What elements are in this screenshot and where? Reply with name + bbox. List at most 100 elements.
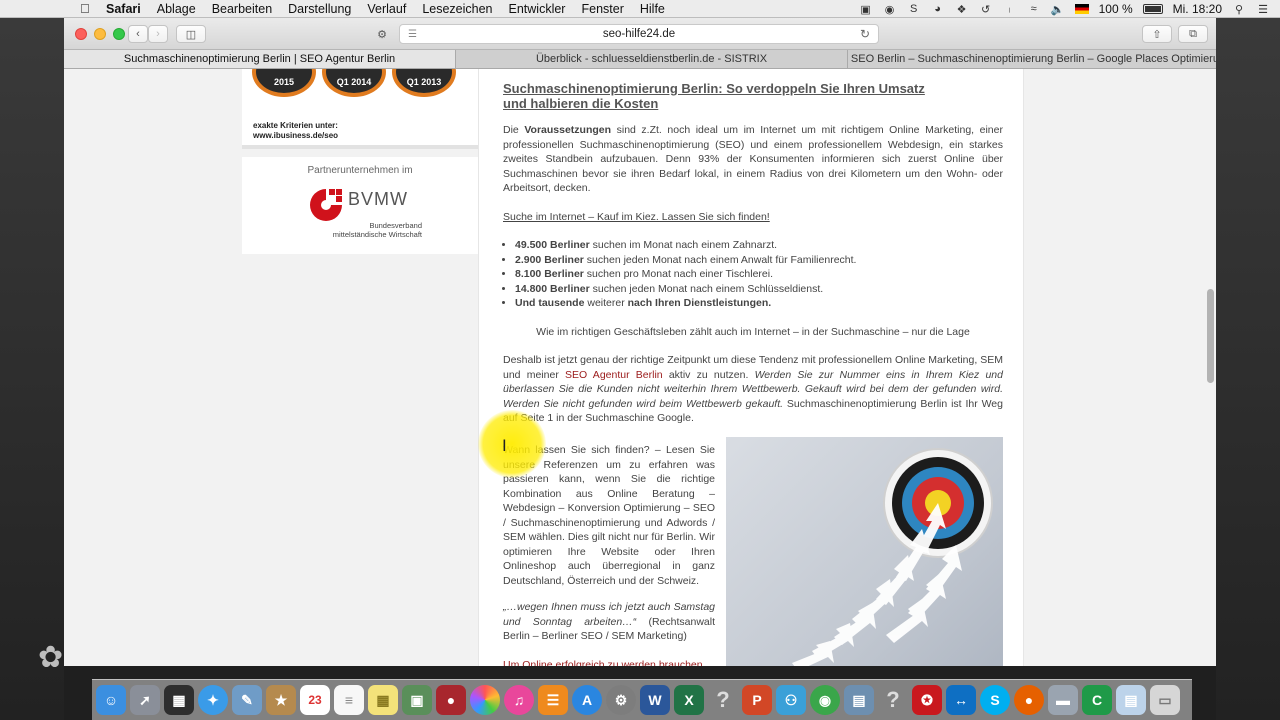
tab-sistrix[interactable]: Überblick - schluesseldienstberlin.de - …	[456, 50, 848, 68]
window-close-button[interactable]	[75, 28, 87, 40]
photos-icon[interactable]	[470, 685, 500, 715]
archive-icon[interactable]: ▤	[844, 685, 874, 715]
menu-bearbeiten[interactable]: Bearbeiten	[212, 2, 272, 16]
spotlight-search-icon[interactable]: ⚲	[1232, 3, 1246, 16]
camtasia-icon[interactable]: C	[1082, 685, 1112, 715]
list-item-bold: 2.900 Berliner	[515, 253, 584, 266]
bvmw-subtitle: Bundesverband mittelständische Wirtschaf…	[302, 221, 422, 239]
battery-icon[interactable]	[1142, 4, 1163, 14]
itunes-icon[interactable]: ♫	[504, 685, 534, 715]
reload-icon[interactable]: ↻	[860, 27, 870, 41]
teamviewer-icon[interactable]: ↔	[946, 685, 976, 715]
article-title-line1: Suchmaschinenoptimierung Berlin: So verd…	[503, 81, 925, 96]
photo-booth-icon[interactable]: ●	[436, 685, 466, 715]
menu-fenster[interactable]: Fenster	[581, 2, 623, 16]
notes-app-icon[interactable]: ★	[266, 685, 296, 715]
word-icon[interactable]: W	[640, 685, 670, 715]
menu-verlauf[interactable]: Verlauf	[367, 2, 406, 16]
tab-google-places[interactable]: SEO Berlin – Suchmaschinenoptimierung Be…	[848, 50, 1216, 68]
status-app-icon-1[interactable]: ▣	[859, 3, 873, 16]
seo-agentur-link[interactable]: SEO Agentur Berlin	[565, 369, 663, 381]
menu-entwickler[interactable]: Entwickler	[509, 2, 566, 16]
bluetooth-icon[interactable]: ᛧ	[1003, 3, 1017, 15]
safari-window: ‹ › ◫ ⚙ ☰ seo-hilfe24.de ↻ ⇧ ⧉ Suchmasch…	[64, 18, 1216, 666]
preview-icon[interactable]: ✎	[232, 685, 262, 715]
criteria-label: exakte Kriterien unter:	[253, 121, 338, 130]
folder-icon[interactable]: ▤	[1116, 685, 1146, 715]
bvmw-wordmark: BVMW	[348, 189, 408, 209]
menu-hilfe[interactable]: Hilfe	[640, 2, 665, 16]
input-source-flag-icon[interactable]	[1074, 4, 1089, 14]
page-scrollbar[interactable]	[1207, 289, 1214, 383]
url-text: seo-hilfe24.de	[602, 28, 676, 40]
browser-toolbar: ‹ › ◫ ⚙ ☰ seo-hilfe24.de ↻ ⇧ ⧉	[64, 18, 1216, 50]
list-item: 14.800 Berliner suchen jeden Monat nach …	[515, 282, 1003, 297]
tab-seo-agentur[interactable]: Suchmaschinenoptimierung Berlin | SEO Ag…	[64, 50, 456, 68]
sidebar-icon: ◫	[185, 28, 197, 41]
help-icon[interactable]: ?	[708, 685, 738, 715]
stickies-icon[interactable]: ▦	[368, 685, 398, 715]
window-fullscreen-button[interactable]	[113, 28, 125, 40]
two-column-section: Wann lassen Sie sich finden? – Lesen Sie…	[503, 437, 1003, 666]
list-item-bold: 49.500 Berliner	[515, 239, 590, 251]
bvmw-logo-icon[interactable]	[309, 187, 343, 223]
skype-icon[interactable]: S	[980, 685, 1010, 715]
network-utility-icon[interactable]: ◉	[810, 685, 840, 715]
share-icon: ⇧	[1152, 28, 1162, 41]
menu-app-safari[interactable]: Safari	[106, 2, 141, 16]
notification-center-icon[interactable]: ☰	[1256, 3, 1270, 16]
menu-ablage[interactable]: Ablage	[157, 2, 196, 16]
share-button[interactable]: ⇧	[1142, 25, 1172, 43]
forward-button[interactable]: ›	[148, 25, 168, 43]
list-item-text: suchen jeden Monat nach einem Anwalt für…	[583, 253, 857, 266]
apple-menu-icon[interactable]: 	[80, 1, 94, 16]
disk-icon[interactable]: ▬	[1048, 685, 1078, 715]
tab-bar: Suchmaschinenoptimierung Berlin | SEO Ag…	[64, 50, 1216, 69]
list-item-text: suchen im Monat nach einem Zahnarzt.	[589, 239, 778, 251]
window-minimize-button[interactable]	[94, 28, 106, 40]
skype-status-icon[interactable]: S	[907, 3, 921, 15]
location-line: Wie im richtigen Geschäftsleben zählt au…	[536, 325, 970, 338]
article-title-line2: und halbieren die Kosten	[503, 96, 659, 111]
calendar-icon[interactable]: 23	[300, 685, 330, 715]
partner-widget: Partnerunternehmen im BVMW Bundesverband…	[242, 157, 478, 254]
acrobat-icon[interactable]: ✪	[912, 685, 942, 715]
ibooks-icon[interactable]: ☰	[538, 685, 568, 715]
share-extension-button[interactable]: ⚙	[369, 25, 395, 43]
wifi-icon[interactable]: ≈	[1027, 3, 1041, 15]
criteria-link[interactable]: www.ibusiness.de/seo	[253, 131, 338, 141]
desktop-left	[0, 18, 64, 720]
mission-control-icon[interactable]: ▦	[164, 685, 194, 715]
network-icon[interactable]: ⚇	[776, 685, 806, 715]
help-icon-2[interactable]: ?	[878, 685, 908, 715]
finder-icon[interactable]: ☺	[96, 685, 126, 715]
menu-lesezeichen[interactable]: Lesezeichen	[422, 2, 492, 16]
time-machine-icon[interactable]: ↺	[979, 3, 993, 16]
article: Suchmaschinenoptimierung Berlin: So verd…	[503, 81, 1003, 440]
para2-text-b: aktiv zu nutzen.	[662, 368, 755, 381]
app-store-icon[interactable]: A	[572, 685, 602, 715]
back-button[interactable]: ‹	[128, 25, 148, 43]
reminders-icon[interactable]: ≡	[334, 685, 364, 715]
firefox-icon[interactable]: ●	[1014, 685, 1044, 715]
sidebar-toggle-button[interactable]: ◫	[176, 25, 206, 43]
tab-overview-button[interactable]: ⧉	[1178, 25, 1208, 43]
clock[interactable]: Mi. 18:20	[1173, 2, 1222, 16]
powerpoint-icon[interactable]: P	[742, 685, 772, 715]
reader-icon[interactable]: ☰	[408, 29, 417, 40]
excel-icon[interactable]: X	[674, 685, 704, 715]
list-item: 2.900 Berliner suchen jeden Monat nach e…	[515, 253, 1003, 268]
dropbox-icon[interactable]: ❖	[955, 3, 969, 16]
chevron-left-icon: ‹	[136, 28, 140, 40]
system-prefs-icon[interactable]: ⚙	[606, 685, 636, 715]
menu-darstellung[interactable]: Darstellung	[288, 2, 351, 16]
safari-icon[interactable]: ✦	[198, 685, 228, 715]
address-bar[interactable]: ☰ seo-hilfe24.de ↻	[399, 24, 879, 44]
image-capture-icon[interactable]: ▣	[402, 685, 432, 715]
award-badge-q1-2014: Q1 2014	[322, 69, 386, 97]
trash-icon[interactable]: ▭	[1150, 685, 1180, 715]
launchpad-icon[interactable]: ➚	[130, 685, 160, 715]
status-app-icon-3[interactable]: ◕	[931, 3, 945, 15]
volume-icon[interactable]: 🔈	[1051, 3, 1065, 16]
status-app-icon-2[interactable]: ◉	[883, 3, 897, 16]
